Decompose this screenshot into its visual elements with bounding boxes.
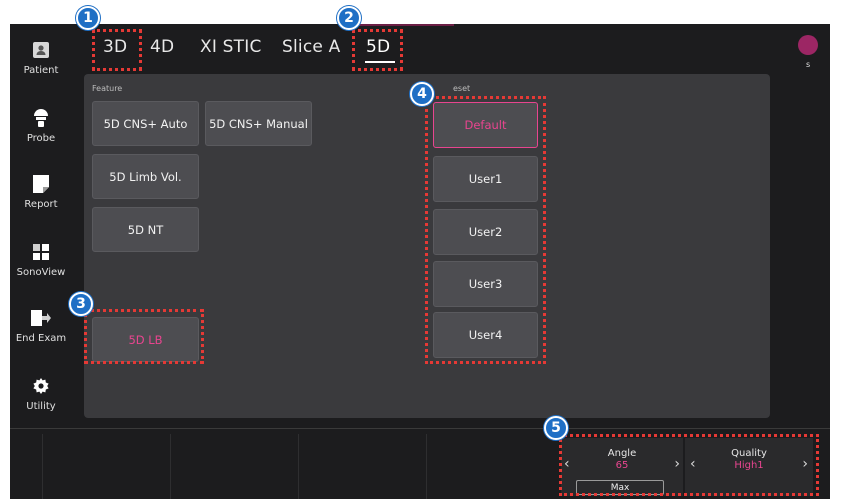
- sidebar-item-label: End Exam: [15, 333, 67, 344]
- feature-button-5d-limb-vol[interactable]: 5D Limb Vol.: [92, 154, 199, 199]
- callout-box-5d-tab: [352, 29, 403, 71]
- callout-badge-1: 1: [76, 6, 100, 30]
- sidebar-item-label: Report: [24, 199, 58, 210]
- column-divider: [298, 434, 299, 499]
- preset-section-label: eset: [453, 84, 471, 93]
- callout-box-controls: [559, 434, 819, 496]
- bottom-divider: [10, 428, 830, 429]
- callout-badge-2: 2: [337, 6, 361, 30]
- avatar-label: s: [806, 60, 811, 69]
- sidebar: Patient Probe Report SonoView End Exam U…: [10, 24, 72, 434]
- patient-icon: [31, 40, 51, 60]
- sidebar-item-label: Probe: [26, 133, 56, 144]
- sidebar-item-patient[interactable]: Patient: [10, 40, 72, 76]
- sidebar-item-utility[interactable]: Utility: [10, 376, 72, 412]
- sidebar-item-label: SonoView: [16, 267, 66, 278]
- tab-xi-stic[interactable]: XI STIC: [200, 37, 262, 57]
- column-divider: [426, 434, 427, 499]
- column-divider: [42, 434, 43, 499]
- feature-button-5d-nt[interactable]: 5D NT: [92, 207, 199, 252]
- callout-box-preset: [425, 96, 546, 364]
- sidebar-item-end-exam[interactable]: End Exam: [10, 308, 72, 344]
- sidebar-item-report[interactable]: Report: [10, 174, 72, 210]
- tab-slice-a[interactable]: Slice A: [282, 37, 340, 57]
- report-icon: [31, 174, 51, 194]
- sidebar-item-sonoview[interactable]: SonoView: [10, 242, 72, 278]
- avatar[interactable]: [798, 35, 818, 55]
- gear-icon: [31, 376, 51, 396]
- sidebar-item-label: Patient: [23, 65, 59, 76]
- top-accent-bar: [344, 24, 454, 26]
- callout-badge-4: 4: [410, 82, 434, 106]
- probe-icon: [31, 108, 51, 128]
- callout-box-3d-tab: [92, 29, 142, 71]
- sidebar-item-probe[interactable]: Probe: [10, 108, 72, 144]
- callout-badge-3: 3: [69, 292, 93, 316]
- feature-section-label: Feature: [92, 84, 123, 93]
- callout-badge-5: 5: [544, 416, 568, 440]
- feature-button-5d-cns-auto[interactable]: 5D CNS+ Auto: [92, 101, 199, 146]
- feature-button-5d-cns-manual[interactable]: 5D CNS+ Manual: [205, 101, 312, 146]
- sidebar-item-label: Utility: [26, 401, 56, 412]
- column-divider: [170, 434, 171, 499]
- callout-box-5d-lb: [84, 309, 204, 364]
- sonoview-icon: [31, 242, 51, 262]
- end-exam-icon: [31, 308, 51, 328]
- tab-4d[interactable]: 4D: [150, 37, 174, 57]
